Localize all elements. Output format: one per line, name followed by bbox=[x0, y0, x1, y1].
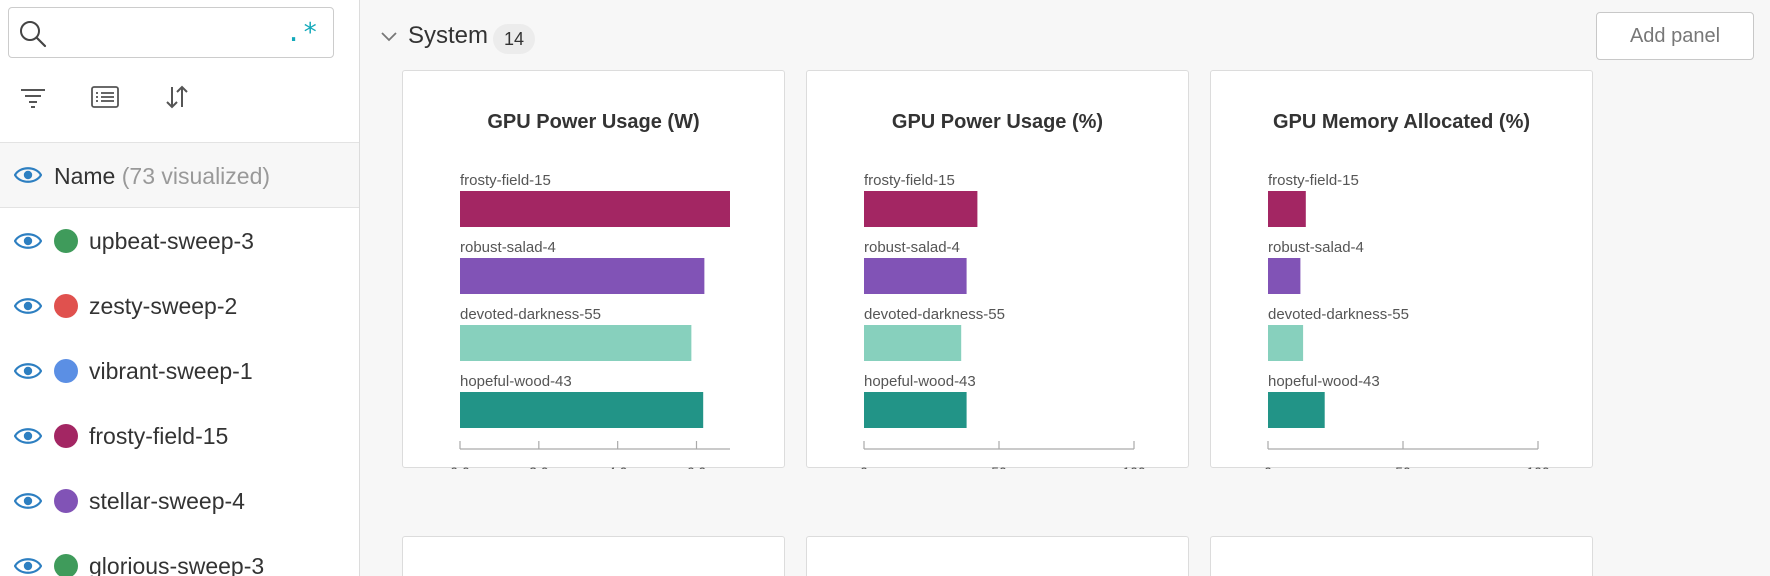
visualized-count: (73 visualized) bbox=[121, 163, 271, 189]
search-icon bbox=[20, 21, 47, 48]
run-name[interactable]: glorious-sweep-3 bbox=[89, 553, 264, 576]
filter-button[interactable] bbox=[16, 80, 50, 114]
eye-icon[interactable] bbox=[14, 165, 42, 185]
chart-panel[interactable]: GPU Power Usage (%) frosty-field-15 robust… bbox=[806, 70, 1189, 469]
name-header-title: Name bbox=[54, 163, 116, 189]
run-row[interactable]: glorious-sweep-3 bbox=[0, 533, 359, 576]
chart-panel-row2-2[interactable] bbox=[806, 536, 1189, 576]
x-tick-label: 4.0 bbox=[608, 464, 628, 469]
run-color-dot[interactable] bbox=[54, 489, 78, 513]
x-tick-label: 6.0 bbox=[687, 464, 707, 469]
table-view-button[interactable] bbox=[88, 80, 122, 114]
add-panel-button[interactable]: Add panel bbox=[1596, 12, 1754, 60]
run-row[interactable]: vibrant-sweep-1 bbox=[0, 338, 359, 404]
bar-label: devoted-darkness-55 bbox=[1268, 306, 1409, 323]
x-tick-label: 100 bbox=[1122, 464, 1146, 469]
run-name[interactable]: frosty-field-15 bbox=[89, 423, 228, 450]
eye-icon[interactable] bbox=[14, 361, 42, 381]
bar[interactable] bbox=[864, 392, 967, 428]
run-name[interactable]: stellar-sweep-4 bbox=[89, 488, 245, 515]
chevron-down-icon[interactable] bbox=[380, 30, 398, 44]
bar[interactable] bbox=[460, 258, 705, 294]
runs-sidebar: .* Name (73 visualized) upbeat-sweep-3 z… bbox=[0, 0, 360, 576]
sort-button[interactable] bbox=[160, 80, 194, 114]
bar-label: frosty-field-15 bbox=[1268, 172, 1359, 189]
bar[interactable] bbox=[460, 191, 730, 227]
bar[interactable] bbox=[1268, 325, 1304, 361]
eye-icon[interactable] bbox=[14, 426, 42, 446]
bar[interactable] bbox=[864, 325, 962, 361]
bar-label: frosty-field-15 bbox=[864, 172, 955, 189]
bar-label: robust-salad-4 bbox=[460, 239, 556, 256]
name-column-header[interactable]: Name (73 visualized) bbox=[0, 142, 359, 208]
chart-panel[interactable]: GPU Memory Allocated (%) frosty-field-15 r… bbox=[1210, 70, 1593, 469]
bar-label: robust-salad-4 bbox=[1268, 239, 1364, 256]
run-row[interactable]: frosty-field-15 bbox=[0, 403, 359, 469]
x-tick-label: 50 bbox=[1395, 464, 1411, 469]
bar-label: frosty-field-15 bbox=[460, 172, 551, 189]
bar[interactable] bbox=[460, 392, 704, 428]
eye-icon[interactable] bbox=[14, 556, 42, 576]
eye-icon[interactable] bbox=[14, 296, 42, 316]
run-row[interactable]: zesty-sweep-2 bbox=[0, 273, 359, 339]
x-tick-label: 100 bbox=[1526, 464, 1550, 469]
bar-label: hopeful-wood-43 bbox=[864, 373, 976, 390]
bar-chart: frosty-field-15 robust-salad-4 devoted-dar… bbox=[1264, 172, 1550, 469]
filter-icon bbox=[21, 89, 45, 108]
run-color-dot[interactable] bbox=[54, 554, 78, 576]
bar-label: hopeful-wood-43 bbox=[460, 373, 572, 390]
chart-panel-row2-1[interactable] bbox=[402, 536, 785, 576]
eye-icon[interactable] bbox=[14, 491, 42, 511]
chart-panel-row2-3[interactable] bbox=[1210, 536, 1593, 576]
bar[interactable] bbox=[460, 325, 692, 361]
x-tick-label: 0 bbox=[860, 464, 868, 469]
bar[interactable] bbox=[864, 258, 967, 294]
bar-label: devoted-darkness-55 bbox=[864, 306, 1005, 323]
bar-label: hopeful-wood-43 bbox=[1268, 373, 1380, 390]
x-tick-label: 0 bbox=[1264, 464, 1272, 469]
bar-label: robust-salad-4 bbox=[864, 239, 960, 256]
section-count-badge: 14 bbox=[493, 24, 535, 54]
bar[interactable] bbox=[1268, 258, 1301, 294]
sort-icon bbox=[166, 85, 188, 109]
run-color-dot[interactable] bbox=[54, 229, 78, 253]
bar[interactable] bbox=[1268, 392, 1325, 428]
bar-chart: frosty-field-15 robust-salad-4 devoted-dar… bbox=[450, 172, 730, 469]
sidebar-toolbar bbox=[0, 80, 359, 116]
bar[interactable] bbox=[1268, 191, 1306, 227]
regex-toggle-icon[interactable]: .* bbox=[286, 18, 319, 48]
x-tick-label: 50 bbox=[991, 464, 1007, 469]
main-content: System 14 Add panel GPU Power Usage (W) f… bbox=[360, 0, 1770, 576]
bar-label: devoted-darkness-55 bbox=[460, 306, 601, 323]
run-color-dot[interactable] bbox=[54, 424, 78, 448]
bar[interactable] bbox=[864, 191, 978, 227]
run-name[interactable]: upbeat-sweep-3 bbox=[89, 228, 254, 255]
section-title: System bbox=[408, 22, 489, 49]
x-tick-label: 0.0 bbox=[450, 464, 470, 469]
search-input[interactable] bbox=[59, 16, 289, 50]
search-box[interactable]: .* bbox=[8, 7, 334, 58]
eye-icon[interactable] bbox=[14, 231, 42, 251]
run-color-dot[interactable] bbox=[54, 359, 78, 383]
bar-chart: frosty-field-15 robust-salad-4 devoted-dar… bbox=[860, 172, 1146, 469]
run-name[interactable]: vibrant-sweep-1 bbox=[89, 358, 253, 385]
run-row[interactable]: stellar-sweep-4 bbox=[0, 468, 359, 534]
run-row[interactable]: upbeat-sweep-3 bbox=[0, 208, 359, 274]
run-name[interactable]: zesty-sweep-2 bbox=[89, 293, 237, 320]
run-color-dot[interactable] bbox=[54, 294, 78, 318]
x-tick-label: 2.0 bbox=[529, 464, 549, 469]
name-header-label: Name (73 visualized) bbox=[54, 163, 270, 190]
table-icon bbox=[91, 86, 119, 108]
chart-panel[interactable]: GPU Power Usage (W) frosty-field-15 robust… bbox=[402, 70, 785, 469]
